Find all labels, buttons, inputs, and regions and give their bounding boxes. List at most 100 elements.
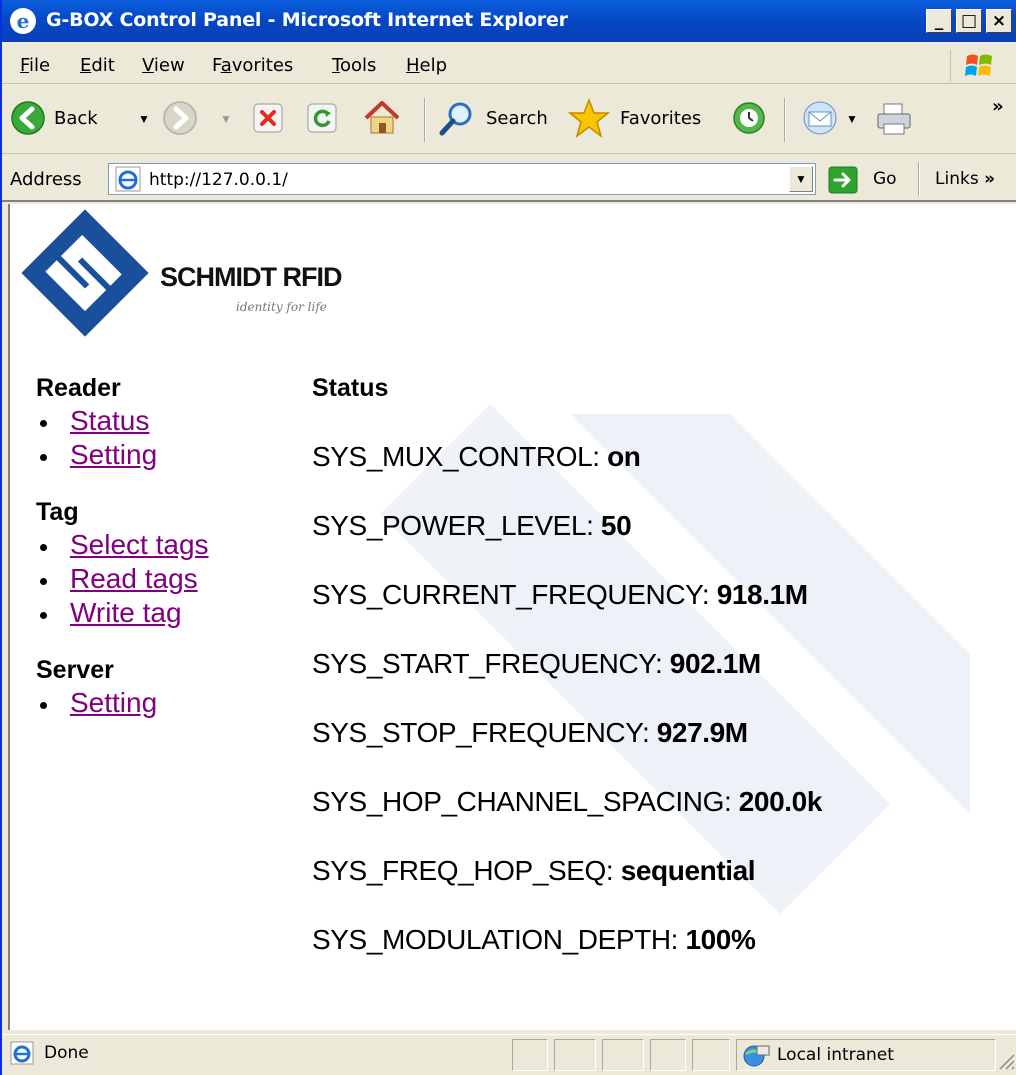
menu-accelerator: H xyxy=(406,55,420,76)
status-value: 200.0k xyxy=(738,786,823,817)
status-key: SYS_HOP_CHANNEL_SPACING: xyxy=(312,786,732,817)
back-label: Back xyxy=(54,108,98,129)
mail-button[interactable]: ▼ xyxy=(802,100,862,140)
go-label[interactable]: Go xyxy=(873,169,897,189)
resize-grip-icon[interactable] xyxy=(996,1051,1016,1071)
address-dropdown-button[interactable]: ▼ xyxy=(789,166,813,192)
refresh-button[interactable] xyxy=(306,102,338,139)
nav-item: Read tags xyxy=(36,562,286,596)
reader-links: Status Setting xyxy=(36,404,286,472)
forward-dropdown-icon[interactable]: ▼ xyxy=(220,112,232,126)
links-button[interactable]: Links » xyxy=(935,169,995,189)
address-label: Address xyxy=(10,169,82,190)
toolbar-more-chevron[interactable]: » xyxy=(992,96,1004,117)
menu-edit[interactable]: Edit xyxy=(80,55,115,76)
stop-icon xyxy=(253,103,283,133)
side-navigation: Reader Status Setting Tag Select tags Re… xyxy=(36,372,286,744)
menu-accelerator: T xyxy=(332,55,340,76)
tag-links: Select tags Read tags Write tag xyxy=(36,528,286,630)
write-tag-link[interactable]: Write tag xyxy=(70,597,182,628)
toolbar-separator xyxy=(784,98,786,142)
favorites-label: Favorites xyxy=(620,108,702,129)
address-separator xyxy=(918,162,920,196)
menu-favorites[interactable]: Favorites xyxy=(212,55,293,76)
status-pane xyxy=(554,1039,596,1071)
reader-status-link[interactable]: Status xyxy=(70,405,149,436)
status-value: on xyxy=(607,441,641,472)
schmidt-rfid-logo: SCHMIDT RFID identity for life xyxy=(20,206,380,346)
status-panel: Status SYS_MUX_CONTROL: on SYS_POWER_LEV… xyxy=(312,372,1012,992)
status-row: SYS_CURRENT_FREQUENCY: 918.1M xyxy=(312,578,1012,647)
menu-help[interactable]: Help xyxy=(406,55,447,76)
favorites-star-icon xyxy=(568,98,610,138)
zone-label: Local intranet xyxy=(777,1045,894,1065)
status-value: 918.1M xyxy=(716,579,808,610)
toolbar-separator xyxy=(424,98,426,142)
address-input[interactable]: http://127.0.0.1/ ▼ xyxy=(108,163,816,195)
nav-item: Status xyxy=(36,404,286,438)
menu-accelerator: E xyxy=(80,55,92,76)
menu-accelerator: F xyxy=(20,55,30,76)
status-message: Done xyxy=(10,1041,89,1065)
window-title: G-BOX Control Panel - Microsoft Internet… xyxy=(46,9,568,31)
search-icon xyxy=(439,102,472,136)
history-button[interactable] xyxy=(730,100,768,141)
windows-flag-icon xyxy=(965,54,992,76)
history-clock-icon xyxy=(733,102,765,134)
status-bar: Done Local intranet xyxy=(2,1034,1016,1075)
minimize-button[interactable]: _ xyxy=(926,9,952,33)
status-value: sequential xyxy=(620,855,756,886)
status-pane xyxy=(650,1039,686,1071)
status-row: SYS_POWER_LEVEL: 50 xyxy=(312,509,1012,578)
title-bar[interactable]: e G-BOX Control Panel - Microsoft Intern… xyxy=(2,0,1016,42)
mail-dropdown-icon[interactable]: ▼ xyxy=(846,112,858,126)
status-row: SYS_MODULATION_DEPTH: 100% xyxy=(312,923,1012,992)
maximize-button[interactable]: □ xyxy=(956,9,982,33)
status-value: 927.9M xyxy=(656,717,748,748)
nav-heading-reader: Reader xyxy=(36,374,121,402)
menu-file[interactable]: File xyxy=(20,55,50,76)
links-label: Links xyxy=(935,169,979,189)
status-row: SYS_STOP_FREQUENCY: 927.9M xyxy=(312,716,1012,785)
menu-accelerator: a xyxy=(220,55,232,76)
status-value: 100% xyxy=(685,924,756,955)
forward-button[interactable]: ▼ xyxy=(162,100,242,140)
read-tags-link[interactable]: Read tags xyxy=(70,563,198,594)
status-row: SYS_MUX_CONTROL: on xyxy=(312,440,1012,509)
search-button[interactable]: Search xyxy=(438,100,558,140)
server-setting-link[interactable]: Setting xyxy=(70,687,157,718)
menu-view[interactable]: View xyxy=(142,55,185,76)
local-intranet-icon xyxy=(743,1045,770,1067)
menu-bar: File Edit View Favorites Tools Help xyxy=(2,46,1016,84)
select-tags-link[interactable]: Select tags xyxy=(70,529,209,560)
reader-setting-link[interactable]: Setting xyxy=(70,439,157,470)
nav-heading-tag: Tag xyxy=(36,498,79,526)
logo-tagline: identity for life xyxy=(236,300,327,314)
stop-button[interactable] xyxy=(252,102,284,139)
go-button[interactable] xyxy=(828,166,858,199)
close-button[interactable]: × xyxy=(986,9,1012,33)
status-value: 902.1M xyxy=(669,648,761,679)
home-icon xyxy=(364,101,400,134)
favorites-button[interactable]: Favorites xyxy=(568,98,718,138)
address-bar: Address http://127.0.0.1/ ▼ Go Links » xyxy=(2,156,1016,202)
print-button[interactable] xyxy=(874,102,914,143)
status-key: SYS_CURRENT_FREQUENCY: xyxy=(312,579,710,610)
status-key: SYS_MODULATION_DEPTH: xyxy=(312,924,679,955)
nav-item: Setting xyxy=(36,686,286,720)
back-button[interactable]: Back ▼ xyxy=(10,100,160,140)
menu-tools[interactable]: Tools xyxy=(332,55,376,76)
status-key: SYS_START_FREQUENCY: xyxy=(312,648,663,679)
page-done-icon xyxy=(10,1041,34,1065)
back-dropdown-icon[interactable]: ▼ xyxy=(138,112,150,126)
page-ie-icon xyxy=(115,166,141,192)
internet-explorer-icon: e xyxy=(10,8,36,34)
page-content: SCHMIDT RFID identity for life Reader St… xyxy=(8,204,1016,1030)
security-zone[interactable]: Local intranet xyxy=(736,1039,996,1071)
home-button[interactable] xyxy=(362,98,402,141)
mail-envelope-icon xyxy=(803,101,837,135)
nav-item: Write tag xyxy=(36,596,286,630)
refresh-icon xyxy=(307,103,337,133)
status-pane xyxy=(692,1039,730,1071)
links-chevron: » xyxy=(984,169,996,189)
